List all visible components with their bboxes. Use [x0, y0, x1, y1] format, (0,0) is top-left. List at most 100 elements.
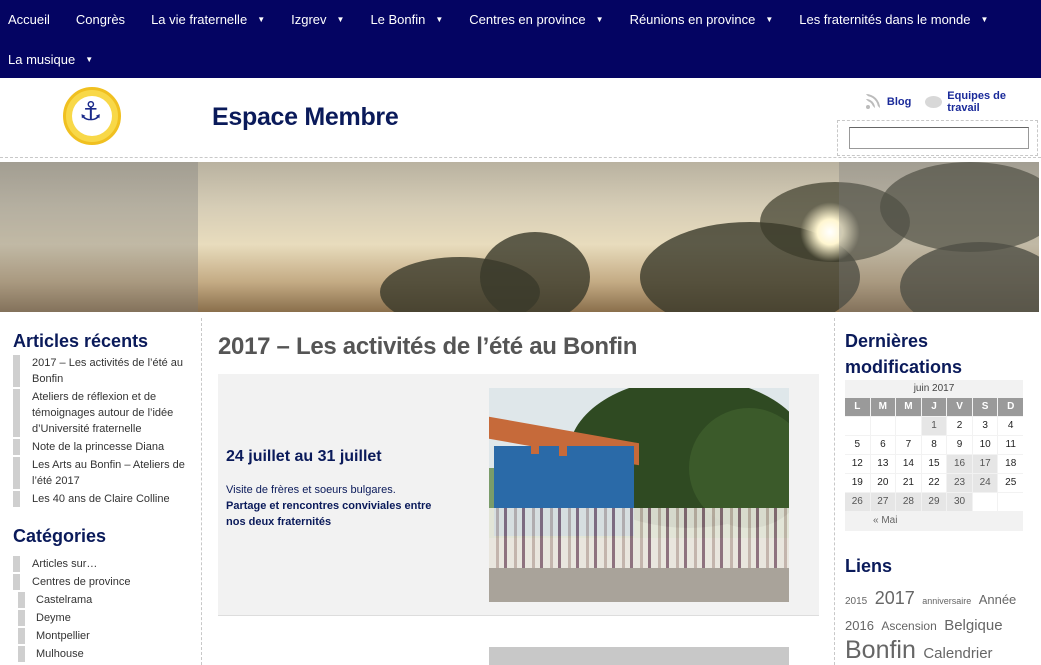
tag-cloud: 2015 2017 anniversaire Année 2016 Ascens…: [845, 586, 1025, 665]
calendar-empty-cell: [845, 417, 870, 435]
calendar-day[interactable]: 17: [972, 455, 998, 473]
calendar-day[interactable]: 7: [896, 436, 921, 454]
nav-item-la-vie-fraternelle[interactable]: La vie fraternelle ▼: [143, 12, 273, 27]
tag-link-ascension[interactable]: Ascension: [881, 619, 936, 633]
tag-link-2016[interactable]: 2016: [845, 618, 874, 633]
calendar-day[interactable]: 26: [845, 493, 870, 511]
calendar-day[interactable]: 23: [947, 474, 972, 492]
blog-link[interactable]: Blog: [887, 96, 911, 108]
calendar-day[interactable]: 1: [921, 417, 947, 435]
calendar-day[interactable]: 25: [998, 474, 1023, 492]
nav-item-les-fraternites-dans-le-monde[interactable]: Les fraternités dans le monde ▼: [791, 12, 996, 27]
nav-row-2: La musique ▼: [0, 40, 101, 78]
category-link-montpellier[interactable]: Montpellier: [18, 628, 193, 644]
calendar-day[interactable]: 18: [998, 455, 1023, 473]
nav-item-label: La musique: [8, 51, 76, 67]
calendar-day[interactable]: 8: [921, 436, 947, 454]
calendar-day[interactable]: 6: [870, 436, 896, 454]
search-widget: [837, 120, 1038, 156]
calendar-day[interactable]: 22: [921, 474, 947, 492]
calendar-empty-cell: [998, 493, 1023, 511]
nav-item-le-bonfin[interactable]: Le Bonfin ▼: [362, 12, 451, 27]
calendar-day[interactable]: 21: [896, 474, 921, 492]
caret-down-icon: ▼: [336, 14, 345, 24]
nav-item-label: Centres en province: [469, 11, 586, 27]
nav-item-la-musique[interactable]: La musique ▼: [0, 52, 101, 67]
category-link-castelrama[interactable]: Castelrama: [18, 592, 193, 608]
calendar-weekday-header: M: [896, 398, 921, 416]
recent-article-link[interactable]: Note de la princesse Diana: [13, 439, 193, 455]
caret-down-icon: ▼: [85, 54, 94, 64]
recent-changes-title: Dernières modifications: [845, 331, 963, 377]
recent-article-link[interactable]: 2017 – Les activités de l’été au Bonfin: [13, 355, 193, 387]
site-title[interactable]: Espace Membre: [212, 103, 399, 132]
tag-link-anniversaire[interactable]: anniversaire: [922, 596, 971, 606]
rss-icon: [866, 94, 882, 110]
calendar-day[interactable]: 16: [947, 455, 972, 473]
calendar-day[interactable]: 19: [845, 474, 870, 492]
next-post-photo[interactable]: [489, 647, 789, 665]
recent-articles-title: Articles récents: [13, 331, 149, 351]
tag-link-bonfin[interactable]: Bonfin: [845, 636, 916, 664]
category-link-articles-sur[interactable]: Articles sur…: [13, 556, 193, 572]
header-links: Blog Equipes de travail: [866, 90, 1041, 114]
calendar-day[interactable]: 27: [870, 493, 896, 511]
calendar-empty-cell: [870, 417, 896, 435]
post-excerpt: 24 juillet au 31 juillet Visite de frère…: [218, 374, 819, 616]
caret-down-icon: ▼: [257, 14, 266, 24]
nav-item-centres-en-province[interactable]: Centres en province ▼: [461, 12, 611, 27]
recent-article-link[interactable]: Ateliers de réflexion et de témoignages …: [13, 389, 193, 437]
nav-item-izgrev[interactable]: Izgrev ▼: [283, 12, 352, 27]
calendar-day[interactable]: 24: [972, 474, 998, 492]
category-link-deyme[interactable]: Deyme: [18, 610, 193, 626]
calendar-day[interactable]: 2: [947, 417, 972, 435]
calendar-day[interactable]: 15: [921, 455, 947, 473]
teams-link[interactable]: Equipes de travail: [947, 90, 1041, 114]
calendar-weekday-header: M: [870, 398, 896, 416]
calendar-day[interactable]: 13: [870, 455, 896, 473]
left-sidebar: Articles récents 2017 – Les activités de…: [5, 318, 202, 665]
tag-link-2017[interactable]: 2017: [875, 588, 915, 608]
nav-item-congres[interactable]: Congrès: [68, 12, 133, 27]
calendar-weekday-header: J: [921, 398, 947, 416]
calendar-day[interactable]: 4: [998, 417, 1023, 435]
calendar-day[interactable]: 3: [972, 417, 998, 435]
post-text: Visite de frères et soeurs bulgares. Par…: [226, 482, 446, 530]
calendar-day[interactable]: 28: [896, 493, 921, 511]
anchor-icon: ⚓: [79, 96, 103, 126]
calendar-day[interactable]: 30: [947, 493, 972, 511]
nav-item-label: Accueil: [8, 11, 50, 27]
nav-item-label: Le Bonfin: [370, 11, 426, 27]
category-link-mulhouse[interactable]: Mulhouse: [18, 646, 193, 662]
calendar-day[interactable]: 10: [972, 436, 998, 454]
nav-item-accueil[interactable]: Accueil: [0, 12, 58, 27]
calendar-empty-cell: [896, 417, 921, 435]
banner-side-left: [0, 162, 198, 312]
chat-bubble-icon: [925, 96, 943, 108]
header-banner-image: [0, 162, 1039, 312]
tag-link-annee[interactable]: Année: [979, 592, 1017, 607]
calendar-prev-month-link[interactable]: « Mai: [845, 511, 1023, 531]
category-link-centres-de-province[interactable]: Centres de province: [13, 574, 193, 590]
caret-down-icon: ▼: [595, 14, 604, 24]
tag-link-2015[interactable]: 2015: [845, 596, 867, 607]
post-title[interactable]: 2017 – Les activités de l’été au Bonfin: [218, 333, 637, 361]
caret-down-icon: ▼: [980, 14, 989, 24]
calendar-day[interactable]: 29: [921, 493, 947, 511]
calendar-day[interactable]: 20: [870, 474, 896, 492]
recent-article-link[interactable]: Les 40 ans de Claire Colline: [13, 491, 193, 507]
site-logo[interactable]: ⚓: [63, 87, 121, 145]
search-input[interactable]: [849, 127, 1029, 149]
post-photo[interactable]: [489, 388, 789, 602]
nav-item-reunions-en-province[interactable]: Réunions en province ▼: [622, 12, 782, 27]
recent-article-link[interactable]: Les Arts au Bonfin – Ateliers de l’été 2…: [13, 457, 193, 489]
calendar-day[interactable]: 14: [896, 455, 921, 473]
calendar-day[interactable]: 11: [998, 436, 1023, 454]
tag-link-calendrier[interactable]: Calendrier: [923, 645, 992, 662]
calendar-day[interactable]: 9: [947, 436, 972, 454]
calendar-day[interactable]: 12: [845, 455, 870, 473]
post-date: 24 juillet au 31 juillet: [226, 448, 382, 465]
calendar-day[interactable]: 5: [845, 436, 870, 454]
nav-item-label: La vie fraternelle: [151, 11, 248, 27]
tag-link-belgique[interactable]: Belgique: [944, 617, 1002, 634]
